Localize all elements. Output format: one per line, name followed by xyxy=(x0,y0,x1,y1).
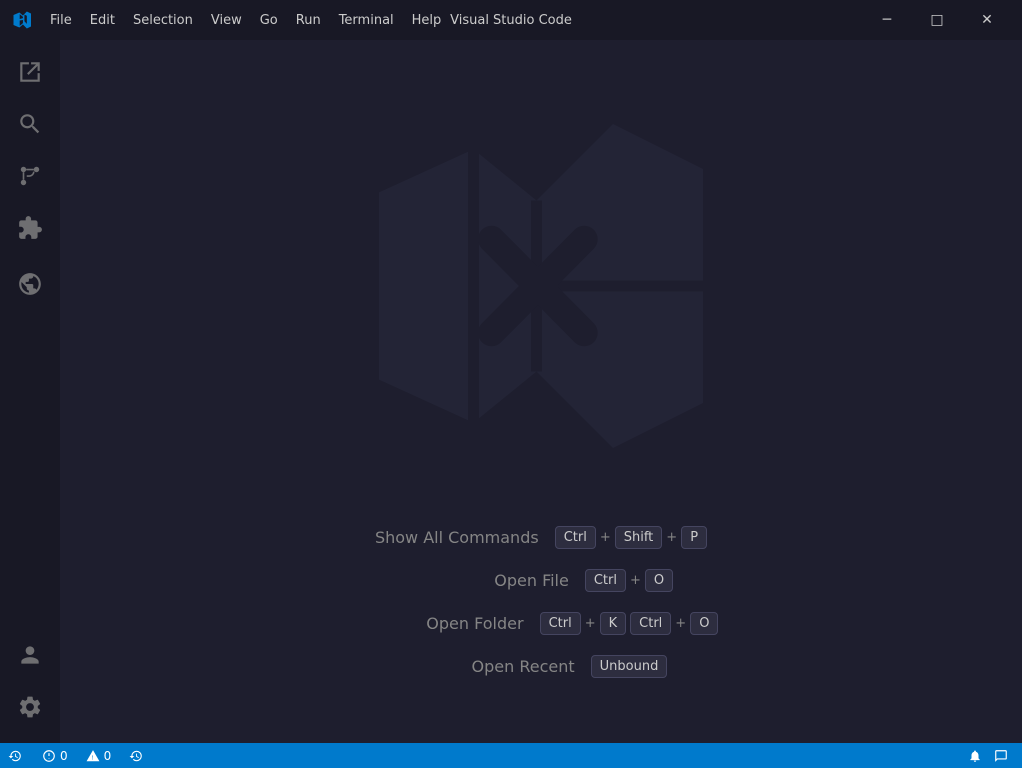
statusbar-errors[interactable]: 0 xyxy=(36,743,74,768)
activity-bar-item-settings[interactable] xyxy=(6,683,54,731)
accounts-icon xyxy=(17,642,43,668)
shortcut-label: Show All Commands xyxy=(375,528,539,547)
minimize-button[interactable]: ─ xyxy=(864,5,910,35)
kbd-group: Ctrl + Shift + P xyxy=(555,526,707,549)
error-icon xyxy=(42,749,56,763)
statusbar-notifications[interactable] xyxy=(962,743,988,768)
remote-badge[interactable] xyxy=(0,743,30,768)
menu-selection[interactable]: Selection xyxy=(125,9,201,32)
menu-help[interactable]: Help xyxy=(404,9,450,32)
kbd-shift: Shift xyxy=(615,526,663,549)
close-button[interactable]: ✕ xyxy=(964,5,1010,35)
remote-icon xyxy=(8,749,22,763)
source-control-icon xyxy=(17,163,43,189)
menu-edit[interactable]: Edit xyxy=(82,9,123,32)
kbd-o: O xyxy=(645,569,673,592)
error-count: 0 xyxy=(60,749,68,763)
menu-view[interactable]: View xyxy=(203,9,250,32)
vscode-logo-icon xyxy=(12,10,32,30)
activity-bar-item-search[interactable] xyxy=(6,100,54,148)
kbd-ctrl2: Ctrl xyxy=(630,612,671,635)
kbd-p: P xyxy=(681,526,707,549)
kbd-group: Unbound xyxy=(591,655,668,678)
kbd-group: Ctrl + O xyxy=(585,569,673,592)
shortcut-open-file: Open File Ctrl + O xyxy=(409,569,673,592)
app-title: Visual Studio Code xyxy=(450,13,572,28)
statusbar-warnings[interactable]: 0 xyxy=(80,743,118,768)
kbd-k: K xyxy=(600,612,627,635)
restore-button[interactable]: □ xyxy=(914,5,960,35)
titlebar: File Edit Selection View Go Run Terminal… xyxy=(0,0,1022,40)
window-controls: ─ □ ✕ xyxy=(864,5,1010,35)
kbd-ctrl: Ctrl xyxy=(540,612,581,635)
explorer-icon xyxy=(17,59,43,85)
content-area: Show All Commands Ctrl + Shift + P Open … xyxy=(60,40,1022,743)
statusbar: 0 0 xyxy=(0,743,1022,768)
kbd-ctrl: Ctrl xyxy=(555,526,596,549)
shortcut-label: Open Recent xyxy=(415,657,575,676)
feedback-icon xyxy=(994,749,1008,763)
menu-run[interactable]: Run xyxy=(288,9,329,32)
main-area: Show All Commands Ctrl + Shift + P Open … xyxy=(0,40,1022,743)
statusbar-feedback[interactable] xyxy=(988,743,1014,768)
remote-explorer-icon xyxy=(17,271,43,297)
statusbar-left: 0 0 xyxy=(8,743,149,768)
shortcut-label: Open Folder xyxy=(364,614,524,633)
activity-bar-item-explorer[interactable] xyxy=(6,48,54,96)
menu-go[interactable]: Go xyxy=(252,9,286,32)
shortcut-open-recent: Open Recent Unbound xyxy=(415,655,668,678)
shortcut-open-folder: Open Folder Ctrl + K Ctrl + O xyxy=(364,612,719,635)
activity-bar xyxy=(0,40,60,743)
statusbar-history[interactable] xyxy=(123,743,149,768)
shortcut-label: Open File xyxy=(409,571,569,590)
kbd-ctrl: Ctrl xyxy=(585,569,626,592)
activity-bar-item-source-control[interactable] xyxy=(6,152,54,200)
activity-bar-item-accounts[interactable] xyxy=(6,631,54,679)
menu-file[interactable]: File xyxy=(42,9,80,32)
settings-icon xyxy=(17,694,43,720)
activity-bar-item-extensions[interactable] xyxy=(6,204,54,252)
vscode-watermark-logo xyxy=(361,106,721,466)
kbd-unbound: Unbound xyxy=(591,655,668,678)
warning-icon xyxy=(86,749,100,763)
extensions-icon xyxy=(17,215,43,241)
search-icon xyxy=(17,111,43,137)
activity-bar-item-remote-explorer[interactable] xyxy=(6,260,54,308)
statusbar-right xyxy=(962,743,1014,768)
history-icon xyxy=(129,749,143,763)
shortcut-show-all-commands: Show All Commands Ctrl + Shift + P xyxy=(375,526,707,549)
kbd-o2: O xyxy=(690,612,718,635)
shortcuts-section: Show All Commands Ctrl + Shift + P Open … xyxy=(364,526,719,678)
warning-count: 0 xyxy=(104,749,112,763)
menu-terminal[interactable]: Terminal xyxy=(331,9,402,32)
kbd-group: Ctrl + K Ctrl + O xyxy=(540,612,719,635)
notifications-icon xyxy=(968,749,982,763)
